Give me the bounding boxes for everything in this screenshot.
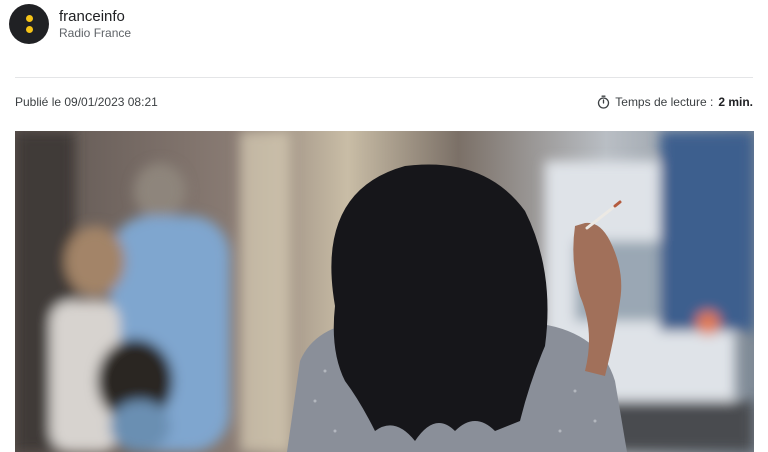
publisher-text: franceinfo Radio France bbox=[59, 8, 131, 40]
article-page: franceinfo Radio France Publié le 09/01/… bbox=[0, 0, 768, 452]
reading-time-label: Temps de lecture : bbox=[615, 95, 714, 109]
header-divider bbox=[15, 77, 753, 78]
article-meta: Publié le 09/01/2023 08:21 Temps de lect… bbox=[15, 95, 753, 109]
publish-date: Publié le 09/01/2023 08:21 bbox=[15, 95, 158, 109]
publisher-name: franceinfo bbox=[59, 7, 125, 25]
article-photo[interactable] bbox=[15, 131, 754, 452]
stopwatch-icon bbox=[598, 95, 610, 109]
franceinfo-logo bbox=[9, 4, 49, 44]
publisher-subtitle: Radio France bbox=[59, 25, 132, 40]
publisher-header[interactable]: franceinfo Radio France bbox=[9, 4, 131, 44]
reading-time-value: 2 min. bbox=[718, 95, 753, 109]
photo-woman-smoking-icon bbox=[15, 131, 754, 452]
reading-time: Temps de lecture : 2 min. bbox=[597, 95, 753, 109]
logo-dot-bottom bbox=[25, 26, 33, 33]
logo-dot-top bbox=[25, 15, 33, 22]
